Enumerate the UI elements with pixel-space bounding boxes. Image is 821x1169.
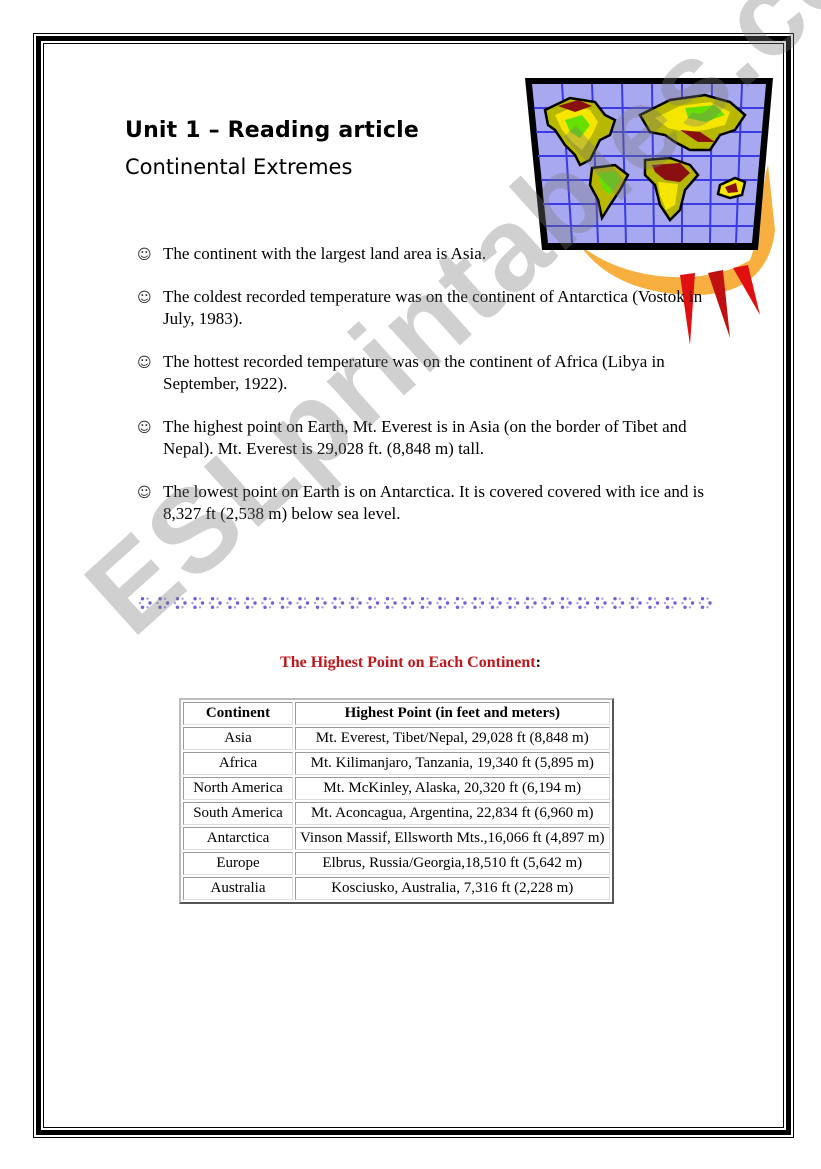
smiley-face-icon: ☺ (137, 420, 152, 436)
table-title-text: The Highest Point on Each Continent (280, 654, 536, 671)
divider-ornament (453, 597, 467, 609)
divider-ornament (576, 597, 590, 609)
divider-ornament (681, 597, 695, 609)
table-header-row: Continent Highest Point (in feet and met… (183, 702, 610, 725)
smiley-face-icon: ☺ (137, 290, 152, 306)
smiley-face-icon: ☺ (137, 355, 152, 371)
facts-list: ☺ The continent with the largest land are… (137, 243, 707, 546)
divider-ornament (593, 597, 607, 609)
highest-points-table: Continent Highest Point (in feet and met… (179, 698, 614, 904)
divider-ornament (541, 597, 555, 609)
highest-point-cell: Mt. Everest, Tibet/Nepal, 29,028 ft (8,8… (295, 727, 610, 750)
divider-ornament (523, 597, 537, 609)
highest-point-cell: Mt. McKinley, Alaska, 20,320 ft (6,194 m… (295, 777, 610, 800)
divider-ornament (261, 597, 275, 609)
continent-cell: Australia (183, 877, 293, 900)
divider-ornament (226, 597, 240, 609)
fact-text: The lowest point on Earth is on Antarcti… (163, 482, 705, 523)
fact-item: ☺ The highest point on Earth, Mt. Everest… (137, 416, 707, 460)
column-header-continent: Continent (183, 702, 293, 725)
table-title-colon: : (535, 654, 541, 671)
continent-cell: South America (183, 802, 293, 825)
fact-text: The coldest recorded temperature was on … (163, 287, 703, 328)
fact-item: ☺ The continent with the largest land are… (137, 243, 707, 265)
highest-point-cell: Mt. Aconcagua, Argentina, 22,834 ft (6,9… (295, 802, 610, 825)
decorative-divider (138, 597, 712, 609)
divider-ornament (611, 597, 625, 609)
divider-ornament (383, 597, 397, 609)
divider-ornament (471, 597, 485, 609)
continent-cell: North America (183, 777, 293, 800)
divider-ornament (646, 597, 660, 609)
divider-ornament (348, 597, 362, 609)
table-row: Asia Mt. Everest, Tibet/Nepal, 29,028 ft … (183, 727, 610, 750)
document-subtitle: Continental Extremes (125, 155, 353, 179)
continent-cell: Asia (183, 727, 293, 750)
divider-ornament (243, 597, 257, 609)
document-title: Unit 1 – Reading article (125, 118, 419, 143)
smiley-face-icon: ☺ (137, 247, 152, 263)
divider-ornament (558, 597, 572, 609)
divider-ornament (436, 597, 450, 609)
divider-ornament (331, 597, 345, 609)
table-title: The Highest Point on Each Continent: (0, 654, 821, 672)
divider-ornament (156, 597, 170, 609)
divider-ornament (698, 597, 712, 609)
divider-ornament (628, 597, 642, 609)
fact-text: The highest point on Earth, Mt. Everest … (163, 417, 687, 458)
fact-item: ☺ The coldest recorded temperature was on… (137, 286, 707, 330)
highest-point-cell: Elbrus, Russia/Georgia,18,510 ft (5,642 … (295, 852, 610, 875)
highest-point-cell: Mt. Kilimanjaro, Tanzania, 19,340 ft (5,… (295, 752, 610, 775)
divider-ornament (173, 597, 187, 609)
fact-item: ☺ The hottest recorded temperature was on… (137, 351, 707, 395)
divider-ornament (138, 597, 152, 609)
divider-ornament (278, 597, 292, 609)
fact-text: The hottest recorded temperature was on … (163, 352, 665, 393)
divider-ornament (313, 597, 327, 609)
fact-text: The continent with the largest land area… (163, 244, 487, 263)
divider-ornament (488, 597, 502, 609)
continent-cell: Africa (183, 752, 293, 775)
divider-ornament (366, 597, 380, 609)
fact-item: ☺ The lowest point on Earth is on Antarct… (137, 481, 707, 525)
table-row: North America Mt. McKinley, Alaska, 20,32… (183, 777, 610, 800)
smiley-face-icon: ☺ (137, 485, 152, 501)
continent-cell: Antarctica (183, 827, 293, 850)
table-row: Antarctica Vinson Massif, Ellsworth Mts.,… (183, 827, 610, 850)
table-row: Australia Kosciusko, Australia, 7,316 ft … (183, 877, 610, 900)
divider-ornament (208, 597, 222, 609)
divider-ornament (296, 597, 310, 609)
table-row: Europe Elbrus, Russia/Georgia,18,510 ft (… (183, 852, 610, 875)
divider-ornament (663, 597, 677, 609)
continent-cell: Europe (183, 852, 293, 875)
table-row: South America Mt. Aconcagua, Argentina, 2… (183, 802, 610, 825)
divider-ornament (506, 597, 520, 609)
highest-point-cell: Kosciusko, Australia, 7,316 ft (2,228 m) (295, 877, 610, 900)
table-row: Africa Mt. Kilimanjaro, Tanzania, 19,340 … (183, 752, 610, 775)
divider-ornament (401, 597, 415, 609)
column-header-highest-point: Highest Point (in feet and meters) (295, 702, 610, 725)
divider-ornament (191, 597, 205, 609)
divider-ornament (418, 597, 432, 609)
highest-point-cell: Vinson Massif, Ellsworth Mts.,16,066 ft … (295, 827, 610, 850)
